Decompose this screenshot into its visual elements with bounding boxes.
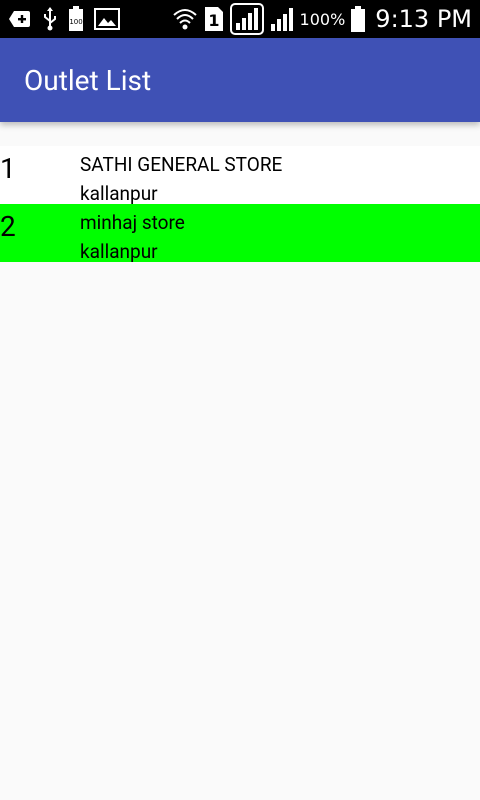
svg-text:100: 100 — [69, 18, 82, 26]
usb-icon — [42, 7, 58, 31]
battery-full-notification-icon: 100 — [68, 6, 84, 32]
clock: 9:13 PM — [375, 5, 472, 33]
signal-strength-icon — [229, 3, 264, 35]
outlet-name: minhaj store — [80, 211, 185, 234]
image-icon — [94, 8, 120, 30]
outlet-area: kallanpur — [80, 240, 158, 263]
sim-slot-icon: 1 — [204, 6, 224, 32]
wifi-icon — [172, 6, 198, 32]
list-item[interactable]: 1 SATHI GENERAL STORE kallanpur — [0, 146, 480, 205]
status-bar: 100 1 100% 9:13 PM — [0, 0, 480, 38]
list-item-selected[interactable]: 2 minhaj store kallanpur — [0, 204, 480, 263]
outlet-name: SATHI GENERAL STORE — [80, 153, 283, 176]
battery-percent: 100% — [299, 9, 346, 29]
battery-icon — [351, 6, 366, 32]
svg-text:1: 1 — [208, 11, 219, 30]
page-title: Outlet List — [24, 63, 152, 97]
list-item-index: 1 — [0, 152, 16, 185]
add-notification-icon — [8, 9, 32, 29]
list-item-index: 2 — [0, 210, 16, 243]
app-bar: Outlet List — [0, 38, 480, 122]
outlet-list: 1 SATHI GENERAL STORE kallanpur 2 minhaj… — [0, 146, 480, 263]
signal-strength-2-icon — [270, 6, 294, 32]
